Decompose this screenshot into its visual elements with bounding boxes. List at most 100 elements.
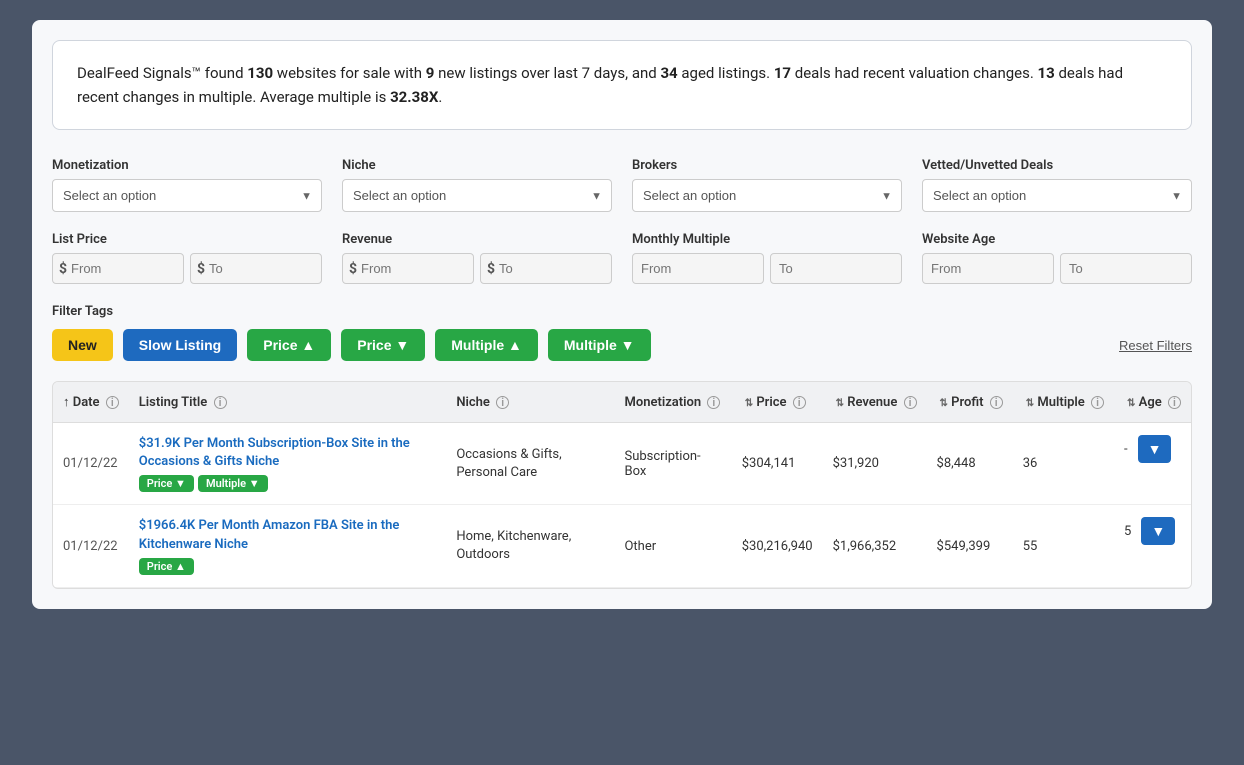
brokers-select-wrapper: Select an option Empire Flippers FE Inte… [632, 179, 902, 212]
listing-title-link[interactable]: $1966.4K Per Month Amazon FBA Site in th… [139, 517, 437, 553]
age-value: 5 [1124, 524, 1131, 539]
website-age-from[interactable] [931, 254, 1045, 283]
website-age-to[interactable] [1069, 254, 1183, 283]
tag-multiple-up-button[interactable]: Multiple ▲ [435, 329, 538, 361]
filter-brokers: Brokers Select an option Empire Flippers… [632, 158, 902, 212]
revenue-from-wrap: $ [342, 253, 474, 284]
cell-title: $1966.4K Per Month Amazon FBA Site in th… [129, 505, 447, 587]
tag-price-down-button[interactable]: Price ▼ [341, 329, 425, 361]
filter-vetted: Vetted/Unvetted Deals Select an option V… [922, 158, 1192, 212]
col-multiple: ⇅ Multiple i [1013, 382, 1114, 423]
list-price-inputs: $ $ [52, 253, 322, 284]
monthly-multiple-label: Monthly Multiple [632, 232, 902, 247]
reset-filters-button[interactable]: Reset Filters [1119, 338, 1192, 353]
range-list-price: List Price $ $ [52, 232, 322, 284]
tag-new-button[interactable]: New [52, 329, 113, 361]
filter-monetization: Monetization Select an option Advertisin… [52, 158, 322, 212]
website-age-inputs [922, 253, 1192, 284]
listing-title-link[interactable]: $31.9K Per Month Subscription-Box Site i… [139, 435, 437, 471]
niche-info-icon: i [496, 396, 509, 409]
price-sort-icon: ⇅ [745, 398, 753, 409]
cell-revenue: $1,966,352 [823, 505, 927, 587]
col-price: ⇅ Price i [732, 382, 823, 423]
revenue-inputs: $ $ [342, 253, 612, 284]
expand-row-button[interactable]: ▼ [1138, 435, 1172, 463]
list-price-from-wrap: $ [52, 253, 184, 284]
date-info-icon: i [106, 396, 119, 409]
range-website-age: Website Age [922, 232, 1192, 284]
table-row: 01/12/22 $31.9K Per Month Subscription-Bo… [53, 423, 1191, 505]
tag-slow-listing-button[interactable]: Slow Listing [123, 329, 237, 361]
filter-tags-row: New Slow Listing Price ▲ Price ▼ Multipl… [52, 329, 1192, 361]
cell-title: $31.9K Per Month Subscription-Box Site i… [129, 423, 447, 505]
cell-revenue: $31,920 [823, 423, 927, 505]
monthly-multiple-from[interactable] [641, 254, 755, 283]
filters-row: Monetization Select an option Advertisin… [52, 158, 1192, 212]
tag-price-up-button[interactable]: Price ▲ [247, 329, 331, 361]
cell-profit: $549,399 [927, 505, 1013, 587]
results-table-wrapper: ↑ Date i Listing Title i Niche i Monetiz… [52, 381, 1192, 589]
monetization-label: Monetization [52, 158, 322, 173]
dollar-icon: $ [487, 261, 495, 277]
cell-date: 01/12/22 [53, 423, 129, 505]
cell-multiple: 55 [1013, 505, 1114, 587]
revenue-to[interactable] [499, 254, 605, 283]
dollar-icon: $ [197, 261, 205, 277]
monthly-multiple-to[interactable] [779, 254, 893, 283]
list-price-from[interactable] [71, 254, 177, 283]
cell-price: $304,141 [732, 423, 823, 505]
price-info-icon: i [793, 396, 806, 409]
list-price-label: List Price [52, 232, 322, 247]
expand-row-button[interactable]: ▼ [1141, 517, 1175, 545]
profit-sort-icon: ⇅ [940, 398, 948, 409]
revenue-from[interactable] [361, 254, 467, 283]
cell-age: 5▼ [1114, 505, 1191, 557]
sort-up-icon: ↑ [63, 395, 70, 410]
info-banner: DealFeed Signals™ found 130 websites for… [52, 40, 1192, 130]
cell-multiple: 36 [1013, 423, 1114, 505]
col-revenue: ⇅ Revenue i [823, 382, 927, 423]
range-revenue: Revenue $ $ [342, 232, 612, 284]
age-info-icon: i [1168, 396, 1181, 409]
col-listing-title: Listing Title i [129, 382, 447, 423]
website-age-to-wrap [1060, 253, 1192, 284]
filter-tags-label: Filter Tags [52, 304, 1192, 319]
listing-tag-badge: Price ▲ [139, 558, 194, 575]
cell-age: -▼ [1114, 423, 1191, 475]
revenue-label: Revenue [342, 232, 612, 247]
monetization-info-icon: i [707, 396, 720, 409]
niche-select[interactable]: Select an option Technology Health Finan… [342, 179, 612, 212]
results-table: ↑ Date i Listing Title i Niche i Monetiz… [53, 382, 1191, 588]
cell-price: $30,216,940 [732, 505, 823, 587]
vetted-select[interactable]: Select an option Vetted Unvetted [922, 179, 1192, 212]
brokers-select[interactable]: Select an option Empire Flippers FE Inte… [632, 179, 902, 212]
website-age-label: Website Age [922, 232, 1192, 247]
brokers-label: Brokers [632, 158, 902, 173]
list-price-to[interactable] [209, 254, 315, 283]
col-date: ↑ Date i [53, 382, 129, 423]
multiple-info-icon: i [1091, 396, 1104, 409]
vetted-label: Vetted/Unvetted Deals [922, 158, 1192, 173]
range-monthly-multiple: Monthly Multiple [632, 232, 902, 284]
table-body: 01/12/22 $31.9K Per Month Subscription-Bo… [53, 423, 1191, 588]
monthly-multiple-from-wrap [632, 253, 764, 284]
revenue-info-icon: i [904, 396, 917, 409]
multiple-sort-icon: ⇅ [1026, 398, 1034, 409]
listing-tag-badge: Multiple ▼ [198, 475, 268, 492]
cell-niche: Home, Kitchenware, Outdoors [446, 505, 614, 587]
dollar-icon: $ [59, 261, 67, 277]
col-niche: Niche i [446, 382, 614, 423]
cell-profit: $8,448 [927, 423, 1013, 505]
website-age-from-wrap [922, 253, 1054, 284]
table-header-row: ↑ Date i Listing Title i Niche i Monetiz… [53, 382, 1191, 423]
table-row: 01/12/22 $1966.4K Per Month Amazon FBA Si… [53, 505, 1191, 587]
cell-niche: Occasions & Gifts, Personal Care [446, 423, 614, 505]
list-price-to-wrap: $ [190, 253, 322, 284]
range-row: List Price $ $ Revenue $ [52, 232, 1192, 284]
monetization-select[interactable]: Select an option Advertising Affiliate S… [52, 179, 322, 212]
cell-date: 01/12/22 [53, 505, 129, 587]
profit-info-icon: i [990, 396, 1003, 409]
niche-select-wrapper: Select an option Technology Health Finan… [342, 179, 612, 212]
tag-multiple-down-button[interactable]: Multiple ▼ [548, 329, 651, 361]
monetization-select-wrapper: Select an option Advertising Affiliate S… [52, 179, 322, 212]
